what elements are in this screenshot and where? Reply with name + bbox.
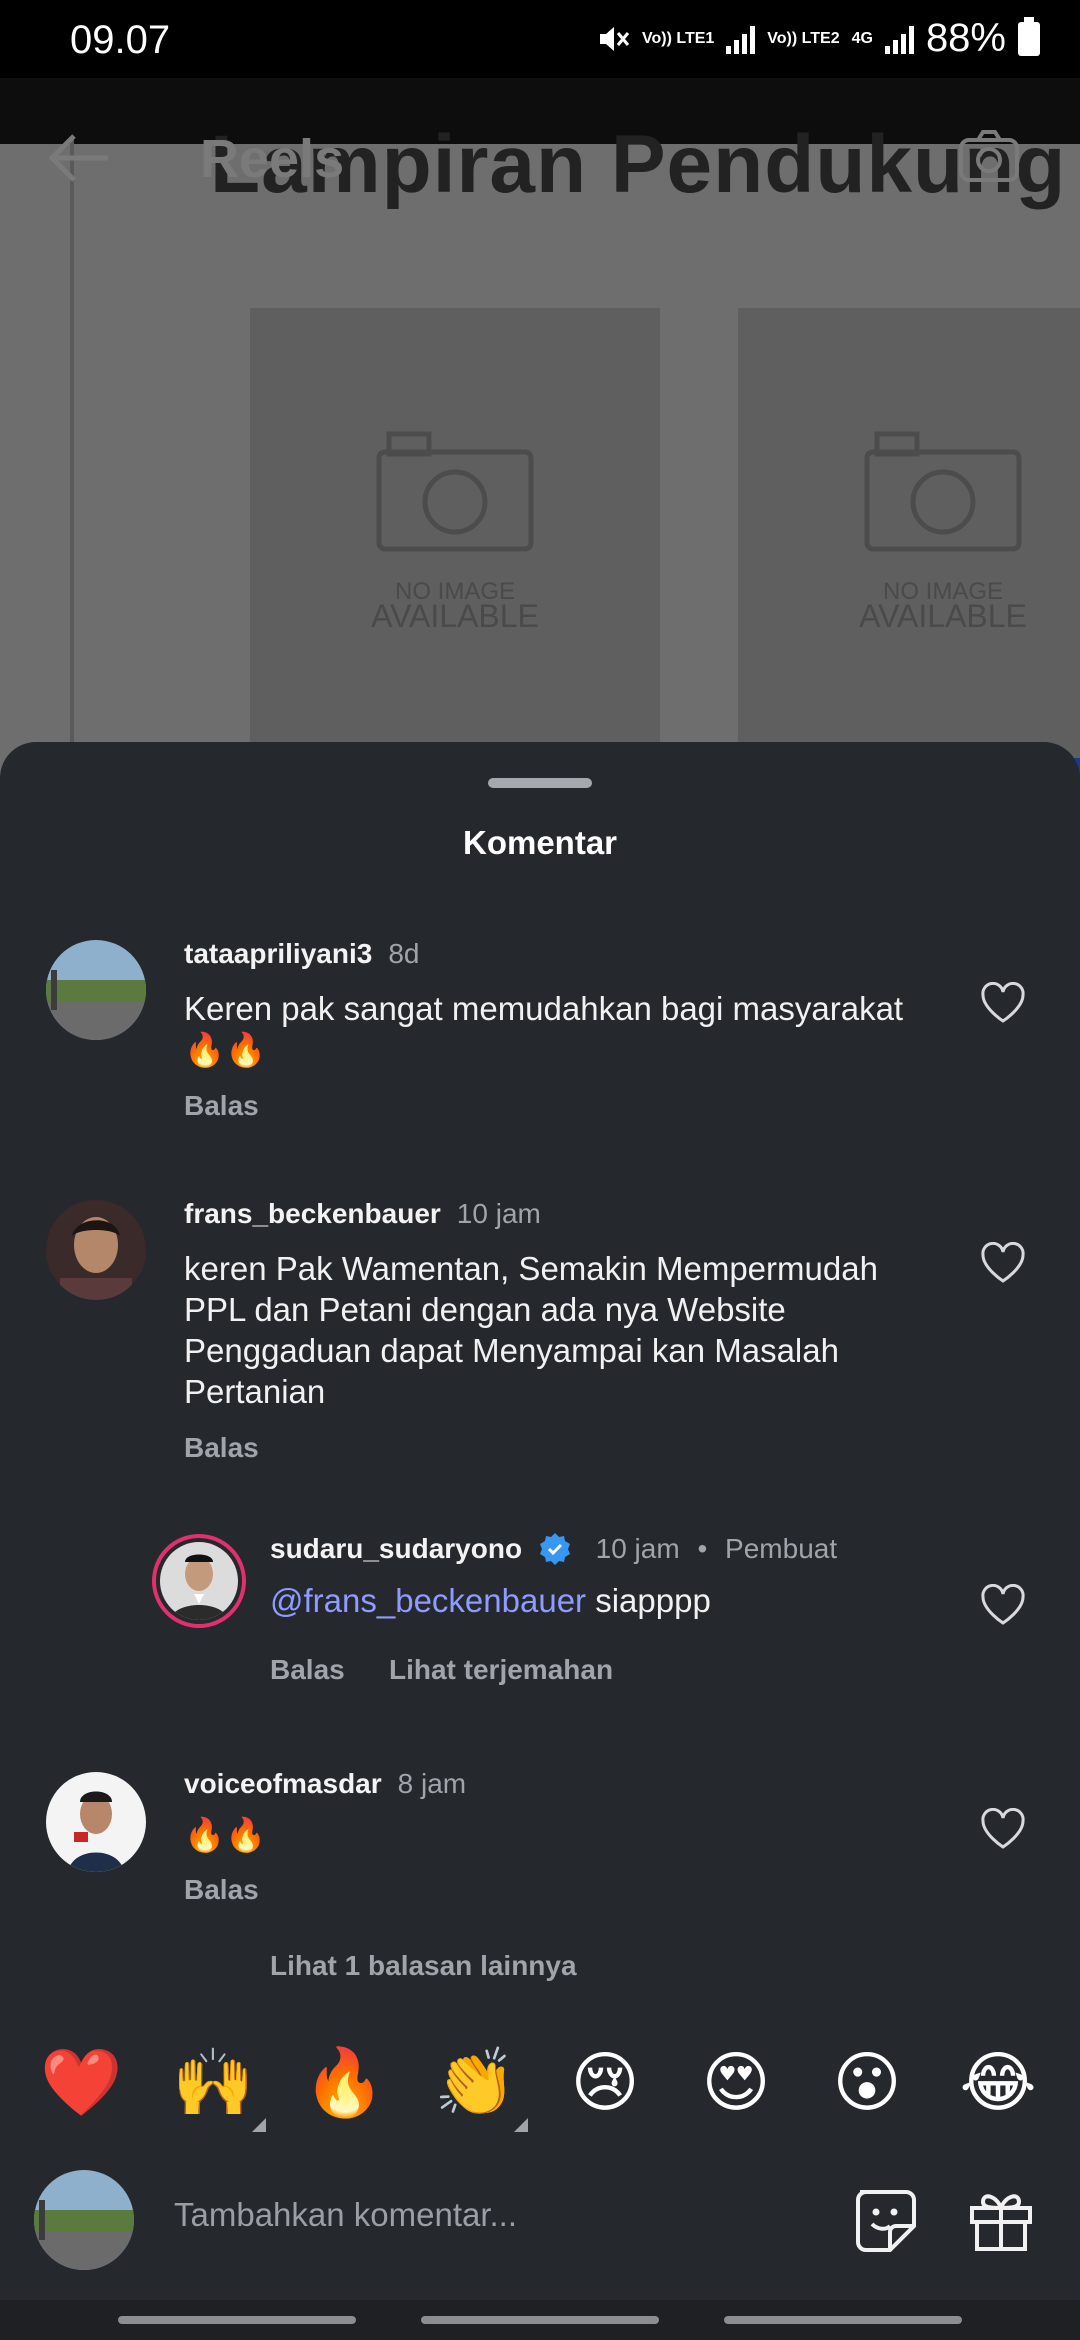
quick-emoji-bar: ❤️ 🙌 🔥 👏 😢 😍 😮 😂 bbox=[0, 2042, 1080, 2142]
see-translation-button[interactable]: Lihat terjemahan bbox=[389, 1654, 613, 1686]
mention-link[interactable]: @frans_beckenbauer bbox=[270, 1582, 586, 1619]
no-image-placeholder: NO IMAGE AVAILABLE bbox=[738, 308, 1080, 778]
reply-button[interactable]: Balas bbox=[184, 1090, 259, 1122]
nav-segment[interactable] bbox=[118, 2316, 356, 2324]
reel-background: Lampiran Pendukung Reels NO IMAGE AVAILAB… bbox=[0, 78, 1080, 778]
emoji-tears-of-joy[interactable]: 😂 bbox=[958, 2042, 1038, 2122]
status-icons: Vo)) LTE1 Vo)) LTE2 4G 88% bbox=[596, 16, 1040, 61]
comments-sheet: Komentar tataapriliyani3 8d Keren pak san… bbox=[0, 742, 1080, 2340]
comment-text: @frans_beckenbauer siapppp bbox=[270, 1582, 711, 1619]
signal-icon bbox=[726, 24, 756, 54]
nav-home-indicator[interactable] bbox=[421, 2316, 659, 2324]
view-more-replies-button[interactable]: Lihat 1 balasan lainnya bbox=[270, 1950, 577, 1982]
comment-username[interactable]: voiceofmasdar bbox=[184, 1768, 382, 1799]
avatar[interactable] bbox=[46, 940, 146, 1040]
reply-button[interactable]: Balas bbox=[184, 1432, 259, 1464]
drag-handle[interactable] bbox=[488, 778, 592, 788]
emoji-raised-hands[interactable]: 🙌 bbox=[172, 2042, 266, 2132]
comment-text: Keren pak sangat memudahkan bagi masyara… bbox=[184, 990, 904, 1068]
avatar-photo bbox=[46, 940, 146, 1040]
emoji-crying-face[interactable]: 😢 bbox=[565, 2042, 645, 2122]
mute-icon bbox=[600, 26, 630, 51]
gift-icon[interactable] bbox=[968, 2188, 1034, 2252]
like-heart-icon[interactable] bbox=[980, 1808, 1026, 1850]
reply-button[interactable]: Balas bbox=[270, 1654, 345, 1686]
nav-segment[interactable] bbox=[724, 2316, 962, 2324]
screen-title: Reels bbox=[200, 129, 345, 189]
comment-time: 10 jam bbox=[595, 1533, 680, 1564]
avatar[interactable] bbox=[46, 1200, 146, 1300]
signal-icon bbox=[884, 24, 914, 54]
camera-icon bbox=[864, 431, 1022, 552]
status-time: 09.07 bbox=[70, 18, 171, 62]
verified-badge-icon bbox=[539, 1533, 570, 1565]
avatar-photo bbox=[34, 2170, 134, 2270]
avatar-photo bbox=[46, 1772, 146, 1872]
comment-username[interactable]: tataapriliyani3 bbox=[184, 938, 372, 969]
camera-icon[interactable] bbox=[958, 128, 1020, 184]
creator-label: Pembuat bbox=[725, 1533, 838, 1564]
comment-composer: Tambahkan komentar... bbox=[0, 2162, 1080, 2282]
comment-input[interactable]: Tambahkan komentar... bbox=[174, 2196, 517, 2234]
avatar-photo bbox=[46, 1200, 146, 1300]
like-heart-icon[interactable] bbox=[980, 1242, 1026, 1284]
comment-time: 10 jam bbox=[456, 1198, 541, 1229]
network-type: 4G bbox=[851, 29, 873, 47]
comment-text: 🔥🔥 bbox=[184, 1816, 267, 1853]
emoji-surprised-face[interactable]: 😮 bbox=[827, 2042, 907, 2122]
like-heart-icon[interactable] bbox=[980, 982, 1026, 1024]
avatar-photo bbox=[160, 1542, 238, 1620]
avatar-story-ring[interactable] bbox=[152, 1534, 246, 1628]
reply-button[interactable]: Balas bbox=[184, 1874, 259, 1906]
no-image-placeholder: NO IMAGE AVAILABLE bbox=[250, 308, 660, 778]
status-bar: 09.07 Vo)) LTE1 Vo)) LTE2 4G 88% bbox=[0, 0, 1080, 78]
emoji-fire[interactable]: 🔥 bbox=[303, 2042, 385, 2122]
sheet-title: Komentar bbox=[462, 824, 618, 861]
comment-username[interactable]: sudaru_sudaryono bbox=[270, 1533, 522, 1564]
emoji-clapping-hands[interactable]: 👏 bbox=[434, 2042, 528, 2132]
camera-icon bbox=[376, 431, 534, 552]
comment-text: keren Pak Wamentan, Semakin Mempermudah … bbox=[184, 1250, 878, 1410]
sim2-label: Vo)) LTE2 bbox=[767, 29, 840, 47]
battery-percent: 88% bbox=[925, 16, 1006, 60]
battery-icon bbox=[1018, 16, 1040, 56]
emoji-heart-eyes[interactable]: 😍 bbox=[696, 2042, 776, 2122]
gesture-navigation-bar bbox=[0, 2300, 1080, 2340]
comment-time: 8 jam bbox=[397, 1768, 467, 1799]
comment-time: 8d bbox=[388, 938, 420, 969]
sim1-label: Vo)) LTE1 bbox=[642, 29, 715, 47]
avatar bbox=[34, 2170, 134, 2270]
sticker-icon[interactable] bbox=[852, 2188, 920, 2252]
like-heart-icon[interactable] bbox=[980, 1584, 1026, 1626]
comment-username[interactable]: frans_beckenbauer bbox=[184, 1198, 441, 1229]
emoji-heart[interactable]: ❤️ bbox=[40, 2042, 122, 2122]
back-arrow-icon[interactable] bbox=[44, 128, 114, 188]
avatar[interactable] bbox=[46, 1772, 146, 1872]
